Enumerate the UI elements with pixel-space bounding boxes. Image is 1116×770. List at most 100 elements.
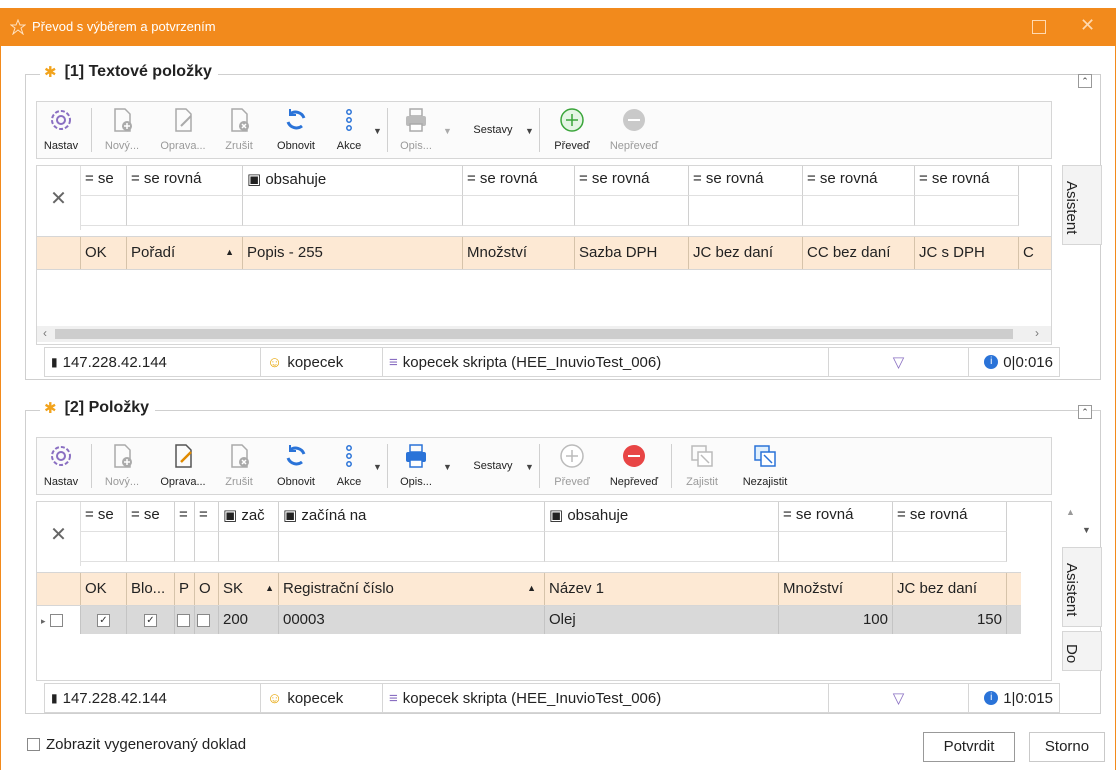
actions-button[interactable]: Akce xyxy=(329,106,369,152)
filter-input[interactable] xyxy=(127,532,175,562)
filter-cell[interactable]: = se rovná xyxy=(689,166,803,196)
registration-number-cell[interactable]: 00003 xyxy=(279,606,545,634)
name-cell[interactable]: Olej xyxy=(545,606,779,634)
filter-cell[interactable]: = se rovná xyxy=(803,166,915,196)
column-header[interactable]: C xyxy=(1019,237,1051,269)
filter-input[interactable] xyxy=(127,196,243,226)
o-checkbox[interactable] xyxy=(197,613,210,627)
horizontal-scrollbar[interactable]: ‹ › xyxy=(37,326,1051,342)
filter-cell[interactable]: = se rovná xyxy=(779,502,893,532)
assistant-tab[interactable]: Asistent xyxy=(1062,547,1102,627)
filter-cell[interactable]: = se rovná xyxy=(127,166,243,196)
filter-input[interactable] xyxy=(175,532,195,562)
unsecure-button[interactable]: Nezajistit xyxy=(733,442,797,488)
print-button[interactable]: Opis... xyxy=(393,106,439,152)
chevron-down-icon[interactable]: ▼ xyxy=(373,462,382,472)
actions-button[interactable]: Akce xyxy=(329,442,369,488)
ok-cell[interactable]: ✓ xyxy=(81,606,127,634)
nastav-button[interactable]: Nastav xyxy=(41,106,81,152)
cancel-button[interactable]: Storno xyxy=(1029,732,1105,762)
p-checkbox[interactable] xyxy=(177,613,190,627)
new-button[interactable]: Nový... xyxy=(97,442,147,488)
dont-convert-button[interactable]: Nepřeveď xyxy=(603,106,665,152)
filter-cell[interactable]: = se rovná xyxy=(893,502,1007,532)
reports-button[interactable]: Sestavy xyxy=(465,460,521,472)
collapse-button[interactable]: ⌃ xyxy=(1078,405,1092,419)
row-checkbox[interactable] xyxy=(49,613,63,627)
filter-indicator[interactable]: ▽ xyxy=(829,348,969,376)
filter-cell[interactable]: = se xyxy=(81,502,127,532)
blo-checkbox[interactable]: ✓ xyxy=(144,613,157,627)
blo-cell[interactable]: ✓ xyxy=(127,606,175,634)
assistant-tab[interactable]: Asistent xyxy=(1062,165,1102,245)
unit-price-cell[interactable]: 150 xyxy=(893,606,1007,634)
column-header[interactable]: SK ▲ xyxy=(219,573,279,605)
filter-input[interactable] xyxy=(893,532,1007,562)
convert-button[interactable]: Převeď xyxy=(547,442,597,488)
filter-cell[interactable]: = xyxy=(175,502,195,532)
maximize-button[interactable] xyxy=(1032,20,1046,34)
column-header[interactable]: Popis - 255 xyxy=(243,237,463,269)
column-header[interactable]: Název 1 xyxy=(545,573,779,605)
confirm-button[interactable]: Potvrdit xyxy=(923,732,1015,762)
column-header[interactable]: CC bez daní xyxy=(803,237,915,269)
filter-input[interactable] xyxy=(81,196,127,226)
filter-cell[interactable]: ▣ obsahuje xyxy=(243,166,463,196)
o-cell[interactable] xyxy=(195,606,219,634)
edit-button[interactable]: Oprava... xyxy=(155,106,211,152)
p-cell[interactable] xyxy=(175,606,195,634)
filter-input[interactable] xyxy=(195,532,219,562)
vertical-scroll-up[interactable]: ▲ xyxy=(1066,507,1075,517)
chevron-down-icon[interactable]: ▼ xyxy=(525,126,534,136)
ok-checkbox[interactable]: ✓ xyxy=(97,613,110,627)
filter-cell[interactable]: ▣ zač xyxy=(219,502,279,532)
sk-cell[interactable]: 200 xyxy=(219,606,279,634)
collapse-button[interactable]: ⌃ xyxy=(1078,74,1092,88)
filter-cell[interactable]: = se rovná xyxy=(575,166,689,196)
filter-cell[interactable]: ▣ obsahuje xyxy=(545,502,779,532)
column-header[interactable]: JC bez daní xyxy=(689,237,803,269)
filter-cell[interactable]: ▣ začíná na xyxy=(279,502,545,532)
filter-indicator[interactable]: ▽ xyxy=(829,684,969,712)
column-header[interactable]: Blo... xyxy=(127,573,175,605)
reports-button[interactable]: Sestavy xyxy=(465,124,521,136)
filter-cell[interactable]: = se rovná xyxy=(915,166,1019,196)
filter-input[interactable] xyxy=(545,532,779,562)
vertical-scroll-down[interactable]: ▼ xyxy=(1082,525,1091,535)
edit-button[interactable]: Oprava... xyxy=(155,442,211,488)
filter-input[interactable] xyxy=(689,196,803,226)
print-button[interactable]: Opis... xyxy=(393,442,439,488)
dont-convert-button[interactable]: Nepřeveď xyxy=(603,442,665,488)
nastav-button[interactable]: Nastav xyxy=(41,442,81,488)
filter-cell[interactable]: = xyxy=(195,502,219,532)
clear-filter-icon[interactable]: ✕ xyxy=(37,166,81,230)
column-header[interactable]: JC s DPH xyxy=(915,237,1019,269)
close-button[interactable]: ✕ xyxy=(1080,15,1095,36)
filter-input[interactable] xyxy=(219,532,279,562)
scroll-thumb[interactable] xyxy=(55,329,1013,339)
filter-cell[interactable]: = se rovná xyxy=(463,166,575,196)
clear-filter-icon[interactable]: ✕ xyxy=(37,502,81,566)
table-row[interactable]: ▸ ✓ ✓ 200 00003 Olej 100 150 xyxy=(37,606,1021,634)
do-tab[interactable]: Do xyxy=(1062,631,1102,671)
scroll-right-icon[interactable]: › xyxy=(1035,326,1039,340)
column-header[interactable]: P xyxy=(175,573,195,605)
convert-button[interactable]: Převeď xyxy=(547,106,597,152)
chevron-down-icon[interactable]: ▼ xyxy=(443,462,452,472)
row-selector[interactable]: ▸ xyxy=(37,606,81,634)
column-header[interactable]: Sazba DPH xyxy=(575,237,689,269)
secure-button[interactable]: Zajistit xyxy=(677,442,727,488)
filter-cell[interactable]: = se xyxy=(127,502,175,532)
new-button[interactable]: Nový... xyxy=(97,106,147,152)
filter-input[interactable] xyxy=(279,532,545,562)
delete-button[interactable]: Zrušit xyxy=(217,442,261,488)
filter-input[interactable] xyxy=(915,196,1019,226)
filter-cell[interactable]: = se xyxy=(81,166,127,196)
chevron-down-icon[interactable]: ▼ xyxy=(373,126,382,136)
filter-input[interactable] xyxy=(803,196,915,226)
filter-input[interactable] xyxy=(575,196,689,226)
column-header[interactable]: OK xyxy=(81,573,127,605)
show-document-checkbox[interactable] xyxy=(27,738,40,751)
delete-button[interactable]: Zrušit xyxy=(217,106,261,152)
filter-input[interactable] xyxy=(779,532,893,562)
